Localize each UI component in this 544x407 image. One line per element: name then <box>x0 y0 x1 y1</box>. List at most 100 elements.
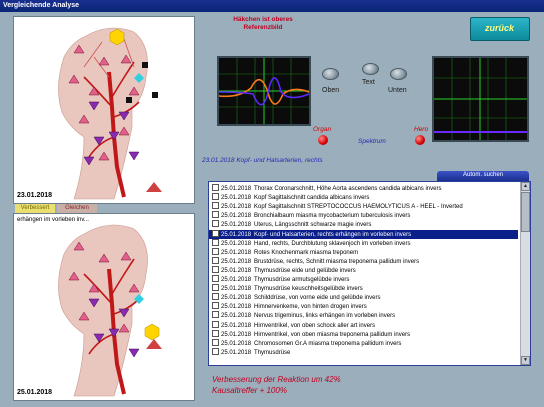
auto-search-button[interactable]: Autom. suchen <box>437 171 529 181</box>
bottom-panel-date: 25.01.2018 <box>17 389 53 396</box>
list-item-text: Nervus trigeminus, links erhängen im vor… <box>254 313 396 320</box>
list-item-date: 25.01.2018 <box>221 222 252 229</box>
list-item-checkbox[interactable] <box>212 220 219 228</box>
list-item[interactable]: 25.01.2018 Chromosomen Gr.A miasma trepon… <box>209 338 518 348</box>
list-item-checkbox[interactable] <box>212 329 219 337</box>
analysis-list[interactable]: 25.01.2018 Thorax Coronarschnitt, Höhe Ao… <box>208 181 531 366</box>
list-item-date: 25.01.2018 <box>221 267 252 274</box>
list-item-text: Uterus, Längsschnitt schwarze magie inve… <box>254 222 372 229</box>
list-item-date: 25.01.2018 <box>221 331 252 338</box>
list-item-checkbox[interactable] <box>212 265 219 273</box>
knob-oben[interactable] <box>322 68 339 80</box>
list-item-text: Thymusdrüse eide und gelübde invers <box>254 267 356 274</box>
tab-gleichen[interactable]: Gleichen <box>57 204 97 213</box>
list-item[interactable]: 25.01.2018 Rotes Knochenmark miasma trepo… <box>209 247 518 257</box>
window-title: Vergleichende Analyse <box>0 0 544 12</box>
list-item-text: Himnervenkeme, von hinten drogen invers <box>254 304 367 311</box>
list-item-text: Kopf Sagittalschnitt candida albicans in… <box>254 195 370 202</box>
list-item-text: Bronchialbaum miasma mycobacterium tuber… <box>254 213 411 220</box>
scroll-up-button[interactable]: ▲ <box>521 182 530 191</box>
list-item[interactable]: 25.01.2018 Thymusdrüse armutsgelübde inve… <box>209 275 518 284</box>
list-item-checkbox[interactable] <box>212 184 219 191</box>
list-item-text: Thymusdrüse keuschheitsgelübde invers <box>254 286 363 293</box>
list-item-checkbox[interactable] <box>212 238 219 246</box>
list-item[interactable]: 25.01.2018 Kopf Sagittalschnitt candida a… <box>209 193 518 202</box>
hero-indicator[interactable] <box>415 135 425 145</box>
knob-oben-label: Oben <box>322 87 340 94</box>
top-anatomy-panel[interactable]: 23.01.2018 <box>13 16 195 204</box>
list-item[interactable]: 25.01.2018 Thymusdrüse <box>209 347 518 357</box>
bottom-anatomy-panel[interactable]: erhängen im vorleben inv... 25.01.2018 <box>13 213 195 401</box>
head-neck-arteries-image-compare <box>58 224 162 397</box>
list-item-text: Hirnventrikel, von oben miasma treponema… <box>254 331 411 338</box>
tab-verbessert[interactable]: Verbessert <box>15 204 55 213</box>
list-item[interactable]: 25.01.2018 Thymusdrüse eide und gelübde i… <box>209 265 518 275</box>
head-neck-arteries-image <box>58 27 162 200</box>
list-item-date: 25.01.2018 <box>221 313 252 320</box>
list-item-date: 25.01.2018 <box>221 340 252 347</box>
scroll-down-button[interactable]: ▼ <box>521 356 530 365</box>
list-item-date: 25.01.2018 <box>221 304 252 311</box>
list-item[interactable]: 25.01.2018 Hand, rechts, Durchblutung skl… <box>209 238 518 248</box>
list-item[interactable]: 25.01.2018 Thorax Coronarschnitt, Höhe Ao… <box>209 184 518 193</box>
list-item[interactable]: 25.01.2018 Hirnventrikel, von oben schock… <box>209 320 518 330</box>
list-item-checkbox[interactable] <box>212 256 219 264</box>
back-button[interactable]: zurück <box>470 17 530 41</box>
knob-unten[interactable] <box>390 68 407 80</box>
list-item-text: Thorax Coronarschnitt, Höhe Aorta ascend… <box>254 186 442 192</box>
list-item-date: 25.01.2018 <box>221 195 252 202</box>
list-item-text: Hirnventrikel, von oben schock aller art… <box>254 322 376 329</box>
list-item-date: 25.01.2018 <box>221 277 252 283</box>
knob-unten-label: Unten <box>388 87 407 94</box>
improvement-summary: Verbesserung der Reaktion um 42% <box>212 375 341 384</box>
back-button-label: zurück <box>485 23 515 33</box>
list-item-text: Kopf Sagittalschnitt STREPTOCOCCUS HAEMO… <box>254 204 463 211</box>
list-item-date: 25.01.2018 <box>221 231 252 238</box>
list-item[interactable]: 25.01.2018 Kopf- und Halsarterien, rechts… <box>209 229 518 239</box>
list-item[interactable]: 25.01.2018 Schilddrüse, von vorne eide un… <box>209 293 518 302</box>
causal-hits-summary: Kausaltreffer + 100% <box>212 386 287 395</box>
list-item-checkbox[interactable] <box>212 338 219 346</box>
list-item-date: 25.01.2018 <box>221 258 252 265</box>
list-item-date: 25.01.2018 <box>221 349 252 356</box>
list-item-date: 25.01.2018 <box>221 249 252 256</box>
list-item-date: 25.01.2018 <box>221 240 252 247</box>
list-item-text: Schilddrüse, von vorne eide und gelübde … <box>254 295 381 302</box>
list-item[interactable]: 25.01.2018 Himnervenkeme, von hinten drog… <box>209 302 518 311</box>
list-item-date: 25.01.2018 <box>221 295 252 302</box>
list-item-checkbox[interactable] <box>212 275 219 282</box>
list-item-checkbox[interactable] <box>212 229 219 237</box>
list-item-checkbox[interactable] <box>212 293 219 301</box>
list-item-checkbox[interactable] <box>212 320 219 328</box>
list-item[interactable]: 25.01.2018 Nervus trigeminus, links erhän… <box>209 311 518 320</box>
list-item-checkbox[interactable] <box>212 247 219 255</box>
list-item[interactable]: 25.01.2018 Brustdrüse, rechts, Schnitt mi… <box>209 256 518 266</box>
list-item[interactable]: 25.01.2018 Bronchialbaum miasma mycobacte… <box>209 211 518 220</box>
list-item[interactable]: 25.01.2018 Kopf Sagittalschnitt STREPTOCO… <box>209 202 518 211</box>
hero-label: Hero <box>414 126 429 133</box>
list-item-checkbox[interactable] <box>212 311 219 319</box>
list-item-checkbox[interactable] <box>212 211 219 219</box>
list-item-text: Hand, rechts, Durchblutung sklavenjoch i… <box>254 240 411 247</box>
scroll-thumb[interactable] <box>521 192 530 232</box>
list-item-text: Chromosomen Gr.A miasma treponema pallid… <box>254 340 402 347</box>
right-oscilloscope <box>432 56 529 142</box>
list-item-text: Thymusdrüse <box>254 349 291 356</box>
list-item-checkbox[interactable] <box>212 284 219 292</box>
list-item-checkbox[interactable] <box>212 202 219 210</box>
organ-label: Organ <box>313 126 332 133</box>
knob-text[interactable] <box>362 63 379 75</box>
list-item-text: Kopf- und Halsarterien, rechts erhängen … <box>254 231 412 238</box>
list-item[interactable]: 25.01.2018 Hirnventrikel, von oben miasma… <box>209 329 518 339</box>
list-item-date: 25.01.2018 <box>221 186 252 192</box>
list-item-checkbox[interactable] <box>212 193 219 201</box>
list-item[interactable]: 25.01.2018 Thymusdrüse keuschheitsgelübde… <box>209 284 518 293</box>
list-item-date: 25.01.2018 <box>221 322 252 329</box>
list-item-text: Thymusdrüse armutsgelübde invers <box>254 277 350 283</box>
list-item-checkbox[interactable] <box>212 347 219 355</box>
left-oscilloscope <box>217 56 311 126</box>
list-item[interactable]: 25.01.2018 Uterus, Längsschnitt schwarze … <box>209 220 518 229</box>
list-item-checkbox[interactable] <box>212 302 219 310</box>
organ-indicator[interactable] <box>318 135 328 145</box>
list-scrollbar[interactable]: ▲ ▼ <box>520 182 530 365</box>
